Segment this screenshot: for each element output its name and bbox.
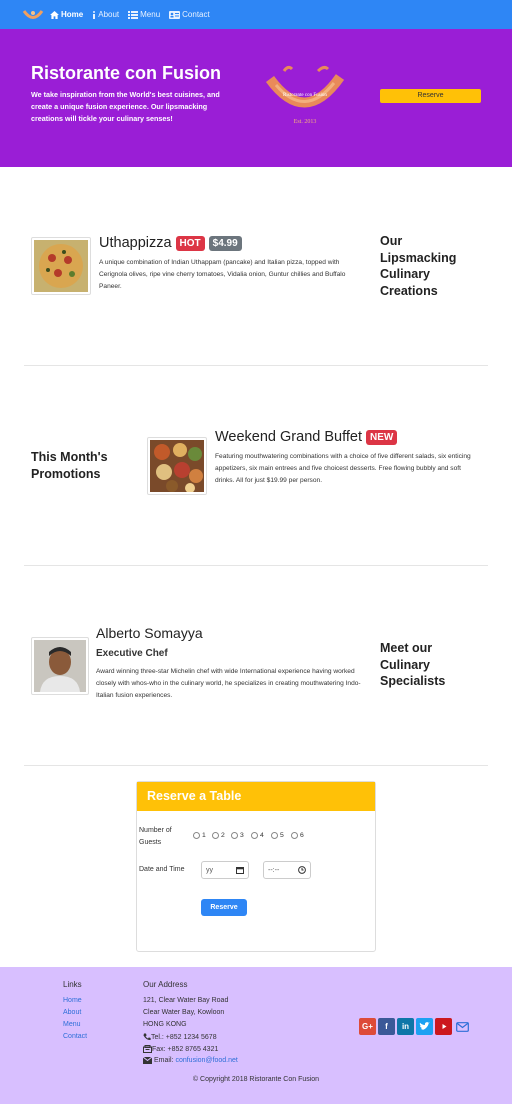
address-line: HONG KONG <box>143 1021 187 1028</box>
guests-label: Number of Guests <box>139 827 172 846</box>
radio-button[interactable] <box>271 832 278 839</box>
calendar-icon[interactable] <box>236 866 244 874</box>
reserve-button[interactable]: Reserve <box>380 89 481 103</box>
brand-logo-icon: Ristorante con Fusion Est. 2013 <box>265 65 345 125</box>
jumbotron: Ristorante con Fusion We take inspiratio… <box>0 29 512 167</box>
price-badge: $4.99 <box>208 235 242 251</box>
linkedin-icon[interactable]: in <box>397 1018 414 1035</box>
leader-name: Alberto Somayya <box>96 625 203 641</box>
footer-address-heading: Our Address <box>143 980 188 989</box>
radio-button[interactable] <box>291 832 298 839</box>
promotion-name: Weekend Grand Buffet <box>215 429 362 445</box>
nav-item-label: Contact <box>182 10 210 19</box>
jumbotron-title: Ristorante con Fusion <box>31 63 222 83</box>
datetime-label: Date and Time <box>139 866 185 873</box>
radio-button[interactable] <box>251 832 258 839</box>
footer-links-heading: Links <box>63 980 82 989</box>
nav-item-menu[interactable]: Menu <box>128 10 160 19</box>
dish-name: Uthappizza <box>99 235 172 251</box>
copyright: © Copyright 2018 Ristorante Con Fusion <box>192 1076 320 1083</box>
jumbotron-text: We take inspiration from the World's bes… <box>31 90 220 123</box>
promotion-title: Weekend Grand Buffet NEW <box>215 429 398 445</box>
guest-option-5[interactable]: 5 <box>271 832 284 839</box>
envelope-icon <box>143 1057 152 1064</box>
social-links: G+ f in <box>359 1018 473 1035</box>
nav-item-label: Home <box>61 10 84 19</box>
guest-option-2[interactable]: 2 <box>212 832 225 839</box>
home-icon <box>50 10 59 19</box>
google-plus-icon[interactable]: G+ <box>359 1018 376 1035</box>
radio-button[interactable] <box>231 832 238 839</box>
reservation-card-header: Reserve a Table <box>137 782 375 811</box>
phone-icon <box>143 1033 151 1041</box>
youtube-icon[interactable] <box>435 1018 452 1035</box>
promotion-thumbnail <box>147 437 207 495</box>
nav-item-about[interactable]: About <box>92 10 119 19</box>
address-line: Clear Water Bay, Kowloon <box>143 1009 225 1016</box>
nav-item-label: Menu <box>140 10 161 19</box>
phone-line: Tel.: +852 1234 5678 <box>143 1033 217 1041</box>
new-badge: NEW <box>365 429 398 445</box>
list-icon <box>128 10 139 19</box>
radio-button[interactable] <box>212 832 219 839</box>
footer-link-contact[interactable]: Contact <box>63 1033 87 1040</box>
guest-option-3[interactable]: 3 <box>231 832 244 839</box>
footer: Links Home About Menu Contact Our Addres… <box>0 967 512 1104</box>
email-link[interactable]: confusion@food.net <box>175 1057 237 1064</box>
leader-side-heading: Meet our Culinary Specialists <box>380 641 446 688</box>
reserve-submit-button[interactable]: Reserve <box>201 899 247 916</box>
svg-text:Est. 2013: Est. 2013 <box>294 119 317 125</box>
dish-thumbnail <box>31 237 91 295</box>
guest-option-6[interactable]: 6 <box>291 832 304 839</box>
leader-photo <box>31 637 89 695</box>
hot-badge: HOT <box>175 235 205 251</box>
dish-side-heading: Our Lipsmacking Culinary Creations <box>380 234 457 298</box>
footer-link-home[interactable]: Home <box>63 997 82 1004</box>
navbar: Home About Menu Contact <box>0 0 512 29</box>
promotion-side-heading: This Month's Promotions <box>31 450 108 481</box>
fax-icon <box>143 1045 152 1053</box>
info-icon <box>93 10 96 19</box>
clock-icon[interactable] <box>298 866 306 874</box>
time-input[interactable]: --:-- <box>263 861 311 879</box>
nav-item-contact[interactable]: Contact <box>169 10 210 19</box>
leader-description: Award winning three-star Michelin chef w… <box>96 668 361 699</box>
footer-link-about[interactable]: About <box>63 1009 81 1016</box>
facebook-icon[interactable]: f <box>378 1018 395 1035</box>
svg-text:Ristorante con Fusion: Ristorante con Fusion <box>283 93 327 98</box>
address-line: 121, Clear Water Bay Road <box>143 997 229 1004</box>
dish-title: Uthappizza HOT $4.99 <box>99 235 242 251</box>
date-input[interactable]: yy <box>201 861 249 879</box>
promotion-description: Featuring mouthwatering combinations wit… <box>215 453 471 484</box>
twitter-icon[interactable] <box>416 1018 433 1035</box>
guest-option-1[interactable]: 1 <box>193 832 206 839</box>
radio-button[interactable] <box>193 832 200 839</box>
address-card-icon <box>169 10 181 19</box>
guest-option-4[interactable]: 4 <box>251 832 264 839</box>
leader-designation: Executive Chef <box>96 648 168 659</box>
mail-icon[interactable] <box>454 1018 471 1035</box>
dish-description: A unique combination of Indian Uthappam … <box>99 259 346 290</box>
restaurant-logo-icon[interactable] <box>22 8 44 22</box>
footer-link-menu[interactable]: Menu <box>63 1021 81 1028</box>
nav-item-label: About <box>98 10 120 19</box>
fax-line: Fax: +852 8765 4321 <box>143 1045 218 1053</box>
email-line: Email: confusion@food.net <box>143 1057 238 1064</box>
nav-item-home[interactable]: Home <box>50 10 83 19</box>
